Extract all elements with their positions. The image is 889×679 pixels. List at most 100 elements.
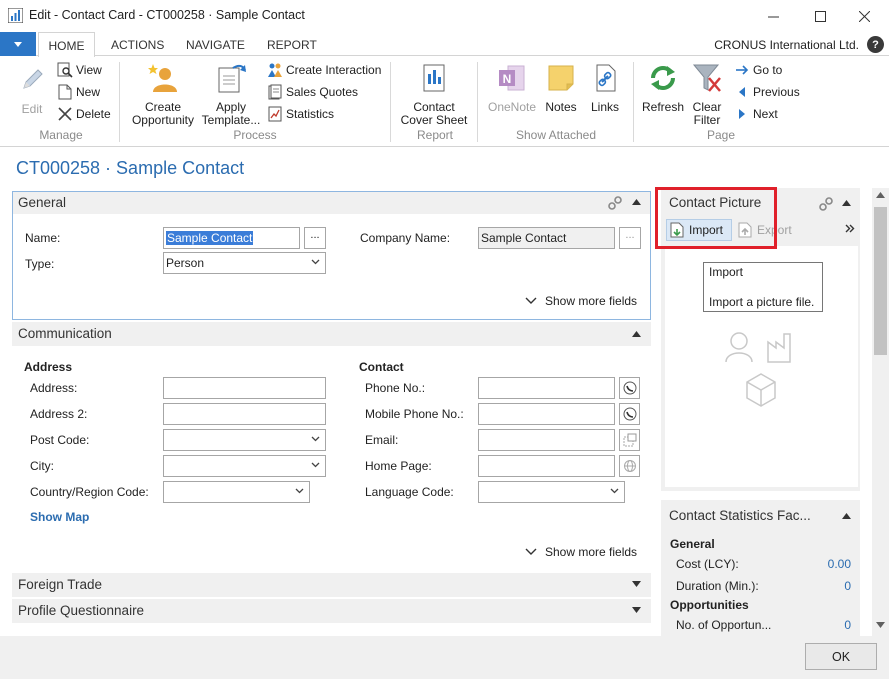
next-button[interactable]: Next xyxy=(734,106,778,122)
notes-button[interactable]: Notes xyxy=(542,62,580,114)
type-value: Person xyxy=(166,256,205,270)
chevron-down-icon xyxy=(525,548,537,555)
apply-template-button[interactable]: Apply Template... xyxy=(200,62,262,127)
links-button[interactable]: Links xyxy=(586,62,624,114)
statistics-factbox-title: Contact Statistics Fac... xyxy=(669,508,811,523)
show-more-label: Show more fields xyxy=(545,294,638,308)
address-label: Address: xyxy=(30,381,78,395)
ribbon-separator xyxy=(119,62,120,142)
foreign-trade-header[interactable] xyxy=(12,573,651,597)
call-mobile-button[interactable] xyxy=(619,403,640,425)
communication-show-more-fields[interactable]: Show more fields xyxy=(525,545,637,559)
delete-button[interactable]: Delete xyxy=(57,106,111,122)
communication-title: Communication xyxy=(18,326,112,341)
email-input[interactable] xyxy=(478,429,615,451)
view-button[interactable]: View xyxy=(57,62,102,78)
dropdown-triangle-icon xyxy=(14,41,22,47)
create-interaction-button[interactable]: Create Interaction xyxy=(267,62,381,78)
contact-header: Contact xyxy=(359,360,404,374)
sales-quotes-button[interactable]: Sales Quotes xyxy=(267,84,358,100)
report-icon xyxy=(423,64,445,92)
sales-quotes-icon xyxy=(268,84,282,100)
close-window-button[interactable] xyxy=(841,0,887,32)
general-header[interactable] xyxy=(13,192,650,214)
duration-label: Duration (Min.): xyxy=(676,579,759,593)
minimize-button[interactable] xyxy=(750,0,796,32)
onenote-label: OneNote xyxy=(487,100,537,114)
help-button[interactable]: ? xyxy=(867,36,884,53)
address2-input[interactable] xyxy=(163,403,326,425)
tab-navigate[interactable]: NAVIGATE xyxy=(186,38,245,52)
address-header: Address xyxy=(24,360,73,374)
company-name-input[interactable]: Sample Contact xyxy=(478,227,615,249)
home-page-label: Home Page: xyxy=(365,459,432,473)
post-code-label: Post Code: xyxy=(30,433,90,447)
collapse-caret-icon[interactable] xyxy=(842,513,851,519)
go-to-button[interactable]: Go to xyxy=(734,62,782,78)
group-label-process: Process xyxy=(233,128,277,142)
create-opportunity-button[interactable]: Create Opportunity xyxy=(128,62,198,127)
maximize-button[interactable] xyxy=(797,0,843,32)
group-label-report: Report xyxy=(416,128,454,142)
clear-filter-button[interactable]: Clear Filter xyxy=(688,62,726,127)
tab-report[interactable]: REPORT xyxy=(267,38,317,52)
show-map-link[interactable]: Show Map xyxy=(30,510,89,524)
country-select[interactable] xyxy=(163,481,310,503)
scroll-down-arrow-icon[interactable] xyxy=(876,622,885,628)
no-of-opportunities-value[interactable]: 0 xyxy=(800,618,851,632)
country-label: Country/Region Code: xyxy=(30,485,149,499)
footer-bar xyxy=(0,636,889,679)
mobile-input[interactable] xyxy=(478,403,615,425)
collapse-caret-icon[interactable] xyxy=(632,331,641,337)
address-input[interactable] xyxy=(163,377,326,399)
phone-input[interactable] xyxy=(478,377,615,399)
onenote-button[interactable]: N OneNote xyxy=(484,62,540,114)
type-select[interactable]: Person xyxy=(163,252,326,274)
triangle-right-icon xyxy=(739,109,745,119)
company-lookup-button[interactable]: ... xyxy=(619,227,641,249)
new-button[interactable]: New xyxy=(57,84,100,100)
contact-cover-sheet-button[interactable]: Contact Cover Sheet xyxy=(398,62,470,127)
tab-actions[interactable]: ACTIONS xyxy=(111,38,164,52)
refresh-label: Refresh xyxy=(641,100,685,114)
tab-home[interactable]: HOME xyxy=(38,32,95,57)
application-menu-button[interactable] xyxy=(0,32,36,56)
post-code-select[interactable] xyxy=(163,429,326,451)
statistics-button[interactable]: Statistics xyxy=(267,106,334,122)
open-home-page-button[interactable] xyxy=(619,455,640,477)
scroll-up-arrow-icon[interactable] xyxy=(876,192,885,198)
phone-label: Phone No.: xyxy=(365,381,426,395)
expand-caret-icon[interactable] xyxy=(632,607,641,613)
chevron-down-icon xyxy=(295,488,304,494)
call-phone-button[interactable] xyxy=(619,377,640,399)
send-email-button[interactable] xyxy=(619,429,640,451)
tooltip-description: Import a picture file. xyxy=(709,295,815,309)
duration-value[interactable]: 0 xyxy=(800,579,851,593)
group-label-manage: Manage xyxy=(39,128,83,142)
more-actions-button[interactable] xyxy=(845,222,855,236)
collapse-caret-icon[interactable] xyxy=(842,200,851,206)
cost-value[interactable]: 0.00 xyxy=(800,557,851,571)
delete-x-icon xyxy=(58,107,72,121)
settings-gears-icon[interactable] xyxy=(818,196,834,212)
link-icon xyxy=(596,64,616,92)
go-to-label: Go to xyxy=(753,63,783,77)
page-title: CT000258 · Sample Contact xyxy=(16,158,245,178)
name-input[interactable]: Sample Contact xyxy=(163,227,300,249)
collapse-caret-icon[interactable] xyxy=(632,199,641,205)
apply-template-label-2: Template... xyxy=(201,113,261,127)
name-lookup-button[interactable]: ... xyxy=(304,227,326,249)
previous-button[interactable]: Previous xyxy=(734,84,800,100)
settings-gears-icon[interactable] xyxy=(607,195,623,211)
cover-sheet-label-2: Cover Sheet xyxy=(400,113,468,127)
edit-button[interactable]: Edit xyxy=(14,64,50,116)
refresh-button[interactable]: Refresh xyxy=(641,62,685,114)
home-page-input[interactable] xyxy=(478,455,615,477)
create-opportunity-icon xyxy=(148,64,177,92)
ok-button[interactable]: OK xyxy=(805,643,877,670)
expand-caret-icon[interactable] xyxy=(632,581,641,587)
general-show-more-fields[interactable]: Show more fields xyxy=(525,294,637,308)
scrollbar-thumb[interactable] xyxy=(874,207,887,355)
city-select[interactable] xyxy=(163,455,326,477)
language-code-select[interactable] xyxy=(478,481,625,503)
